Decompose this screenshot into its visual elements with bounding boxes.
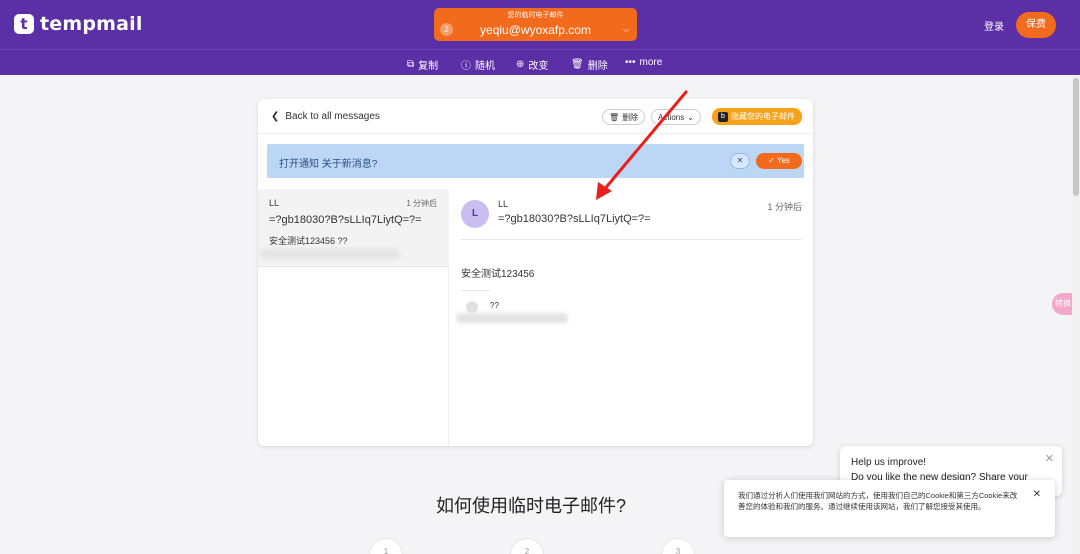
change-label: 改变 xyxy=(528,61,549,72)
actions-dropdown[interactable]: Actions ⌄ xyxy=(651,109,701,125)
hide-email-label: 隐藏您的电子邮件 xyxy=(731,112,795,121)
signature-avatar xyxy=(466,301,478,313)
message-detail: L LL =?gb18030?B?sLLIq7LiytQ=?= 1 分钟后 安全… xyxy=(450,189,813,446)
back-label: Back to all messages xyxy=(285,111,380,122)
delete-label: 删除 xyxy=(587,61,608,72)
random-label: 随机 xyxy=(475,61,495,72)
message-list: LL 1 分钟后 =?gb18030?B?sLLIq7LiytQ=?= 安全测试… xyxy=(258,189,449,446)
delete-message-label: 删除 xyxy=(622,112,639,122)
action-bar: ⧉ 复制 ⓘ 随机 ⊕ 改变 🗑 删除 ••• more xyxy=(0,49,1080,75)
translate-fab[interactable]: 转换 xyxy=(1052,293,1074,315)
email-selector[interactable]: 您的临时电子邮件 2 yeqiu@wyoxafp.com ⌵ xyxy=(434,8,637,41)
message-body: 安全测试123456 xyxy=(461,269,535,280)
ellipsis-icon: ••• xyxy=(625,57,636,68)
list-item-time: 1 分钟后 xyxy=(406,199,437,208)
enable-notification-button[interactable]: ✓ Yes xyxy=(756,153,802,169)
chevron-down-icon: ⌵ xyxy=(622,25,629,34)
step-circle: 1 xyxy=(369,538,403,554)
email-caption: 您的临时电子邮件 xyxy=(507,12,564,19)
list-item-subject: =?gb18030?B?sLLIq7LiytQ=?= xyxy=(269,214,422,226)
close-icon[interactable]: ✕ xyxy=(1033,489,1041,500)
plus-circle-icon: ⊕ xyxy=(516,59,525,70)
copy-label: 复制 xyxy=(418,61,439,72)
random-button[interactable]: ⓘ 随机 xyxy=(461,57,495,72)
change-button[interactable]: ⊕ 改变 xyxy=(516,57,548,72)
delete-button[interactable]: 🗑 删除 xyxy=(571,57,608,72)
list-item-preview: 安全测试123456 ?? xyxy=(269,236,348,246)
cookie-banner: 我们通过分析人们使用我们网站的方式，使用我们自己的Cookie和第三方Cooki… xyxy=(724,480,1055,537)
message-time: 1 分钟后 xyxy=(767,202,802,212)
logo-badge: t xyxy=(14,14,34,34)
b-logo-icon: b xyxy=(718,111,728,122)
message-sender: LL xyxy=(498,199,509,209)
notification-banner: 打开通知 关于新消息? ✕ ✓ Yes xyxy=(267,144,804,178)
cookie-text: 我们通过分析人们使用我们网站的方式，使用我们自己的Cookie和第三方Cooki… xyxy=(738,491,1018,511)
copy-button[interactable]: ⧉ 复制 xyxy=(407,57,438,72)
back-link[interactable]: ❮ Back to all messages xyxy=(271,111,380,122)
email-address: yeqiu@wyoxafp.com xyxy=(480,23,591,37)
question-circle-icon: ⓘ xyxy=(461,61,471,72)
delete-message-button[interactable]: 🗑 删除 xyxy=(602,109,646,125)
premium-button[interactable]: 保费 xyxy=(1016,12,1056,38)
login-link[interactable]: 登录 xyxy=(984,18,1004,33)
message-subject: =?gb18030?B?sLLIq7LiytQ=?= xyxy=(498,213,651,225)
dismiss-notification-button[interactable]: ✕ xyxy=(730,153,750,169)
message-card: ❮ Back to all messages 🗑 删除 Actions ⌄ b … xyxy=(258,99,813,446)
list-item-sender: LL xyxy=(269,198,280,208)
feedback-title: Help us improve! xyxy=(851,457,927,468)
scrollbar[interactable] xyxy=(1072,76,1080,554)
close-icon[interactable]: ✕ xyxy=(1045,452,1054,465)
step-circle: 3 xyxy=(661,538,695,554)
actions-label: Actions xyxy=(658,112,685,122)
top-bar: t tempmail 您的临时电子邮件 2 yeqiu@wyoxafp.com … xyxy=(0,0,1080,49)
more-button[interactable]: ••• more xyxy=(625,57,662,68)
logo-text: tempmail xyxy=(40,13,143,35)
trash-icon: 🗑 xyxy=(571,59,584,70)
step-circle: 2 xyxy=(510,538,544,554)
blurred-text xyxy=(456,313,568,323)
chevron-left-icon: ❮ xyxy=(271,111,280,122)
more-label: more xyxy=(639,57,663,68)
chevron-down-icon: ⌄ xyxy=(687,112,694,122)
card-header: ❮ Back to all messages 🗑 删除 Actions ⌄ b … xyxy=(258,99,813,134)
list-item[interactable]: LL 1 分钟后 =?gb18030?B?sLLIq7LiytQ=?= 安全测试… xyxy=(258,189,449,267)
hide-email-button[interactable]: b 隐藏您的电子邮件 xyxy=(712,108,802,125)
blurred-text xyxy=(260,249,400,259)
divider xyxy=(461,239,802,240)
signature-text: ?? xyxy=(490,301,499,310)
trash-icon: 🗑 xyxy=(609,112,620,122)
logo[interactable]: t tempmail xyxy=(14,13,143,35)
yes-label: Yes xyxy=(776,156,790,165)
signature-divider xyxy=(461,290,490,291)
avatar: L xyxy=(461,200,489,228)
scroll-thumb[interactable] xyxy=(1073,78,1079,196)
notification-text: 打开通知 关于新消息? xyxy=(279,159,378,170)
copy-icon: ⧉ xyxy=(407,59,415,70)
